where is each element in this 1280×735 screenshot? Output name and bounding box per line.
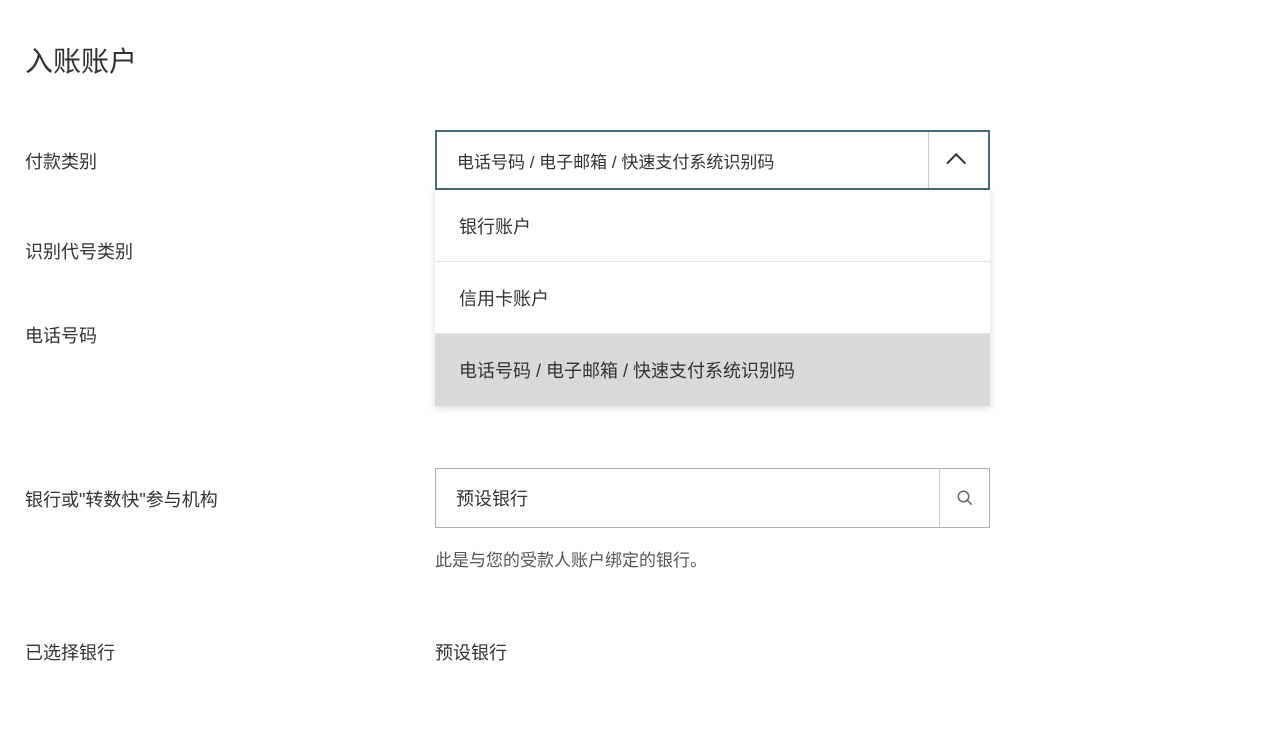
bank-search-value: 预设银行	[456, 485, 939, 511]
identifier-type-label: 识别代号类别	[25, 220, 435, 264]
selected-bank-value: 预设银行	[435, 621, 990, 665]
selected-bank-row: 已选择银行 预设银行	[25, 621, 1255, 665]
selected-bank-value-wrap: 预设银行	[435, 621, 990, 665]
payment-type-dropdown-menu: 银行账户 信用卡账户 电话号码 / 电子邮箱 / 快速支付系统识别码	[435, 190, 990, 406]
dropdown-option-bank-account[interactable]: 银行账户	[435, 190, 990, 262]
search-icon	[956, 489, 974, 507]
selected-bank-label: 已选择银行	[25, 621, 435, 665]
bank-institution-helper: 此是与您的受款人账户绑定的银行。	[435, 546, 990, 571]
payment-type-control: 电话号码 / 电子邮箱 / 快速支付系统识别码 银行账户 信用卡账户 电话号码 …	[435, 130, 990, 190]
bank-search-input[interactable]: 预设银行	[435, 468, 990, 528]
payment-type-label: 付款类别	[25, 130, 435, 174]
bank-institution-label: 银行或"转数快"参与机构	[25, 468, 435, 512]
dropdown-option-credit-card[interactable]: 信用卡账户	[435, 262, 990, 334]
bank-search-button[interactable]	[939, 469, 989, 527]
payment-type-dropdown[interactable]: 电话号码 / 电子邮箱 / 快速支付系统识别码	[435, 130, 990, 190]
phone-number-label: 电话号码	[25, 304, 435, 348]
bank-institution-row: 银行或"转数快"参与机构 预设银行 此是与您的受款人账户绑定的银行。	[25, 468, 1255, 571]
dropdown-toggle[interactable]	[928, 132, 988, 188]
chevron-up-icon	[946, 153, 966, 173]
payment-type-selected-text: 电话号码 / 电子邮箱 / 快速支付系统识别码	[457, 148, 928, 173]
bank-institution-control: 预设银行 此是与您的受款人账户绑定的银行。	[435, 468, 990, 571]
payment-type-row: 付款类别 电话号码 / 电子邮箱 / 快速支付系统识别码 银行账户 信用卡账户 …	[25, 130, 1255, 190]
dropdown-option-identifier[interactable]: 电话号码 / 电子邮箱 / 快速支付系统识别码	[435, 334, 990, 406]
page-title: 入账账户	[25, 40, 1255, 80]
